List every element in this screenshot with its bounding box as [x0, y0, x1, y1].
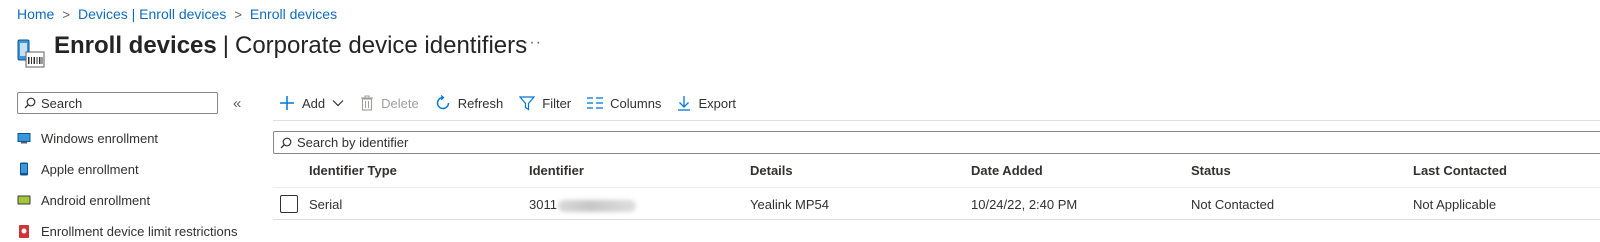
collapse-sidebar-button[interactable]: «	[233, 95, 241, 112]
sidebar-item-label: Enrollment device limit restrictions	[41, 223, 238, 239]
sidebar-search-input[interactable]	[41, 95, 211, 111]
cell-identifier-type: Serial	[309, 197, 343, 212]
android-enrollment-icon	[17, 195, 31, 205]
download-icon	[678, 96, 691, 111]
sidebar-search-box[interactable]	[17, 92, 218, 114]
row-divider	[273, 219, 1600, 220]
identifier-search-box[interactable]	[273, 131, 1600, 154]
toolbar-divider	[273, 120, 1600, 121]
column-header-identifier-type[interactable]: Identifier Type	[309, 163, 397, 178]
columns-button[interactable]: Columns	[587, 96, 661, 111]
sidebar-item-label: Apple enrollment	[41, 161, 139, 177]
sidebar-item-label: Android enrollment	[41, 192, 151, 208]
page-subtitle: Corporate device identifiers	[234, 32, 528, 59]
columns-label: Columns	[610, 95, 662, 111]
windows-enrollment-icon	[17, 133, 31, 144]
page-title: Enroll devices | Corporate device identifi…	[54, 32, 527, 60]
sidebar-item-windows-enrollment[interactable]: Windows enrollment	[17, 127, 158, 149]
column-header-details[interactable]: Details	[750, 163, 793, 178]
export-button[interactable]: Export	[677, 95, 736, 111]
chevron-right-icon: >	[62, 6, 70, 22]
delete-label: Delete	[381, 95, 419, 111]
filter-button[interactable]: Filter	[519, 95, 571, 111]
more-options-button[interactable]: ···	[523, 34, 542, 52]
header-divider	[273, 187, 1600, 188]
column-header-last-contacted[interactable]: Last Contacted	[1413, 163, 1507, 178]
sidebar-item-apple-enrollment[interactable]: Apple enrollment	[17, 158, 139, 180]
plus-icon	[280, 96, 294, 110]
sidebar-item-device-limit-restrictions[interactable]: Enrollment device limit restrictions	[17, 220, 238, 242]
cell-status: Not Contacted	[1191, 197, 1275, 212]
column-header-identifier[interactable]: Identifier	[529, 163, 584, 178]
enroll-devices-icon	[17, 39, 45, 68]
identifier-search-input[interactable]	[297, 135, 897, 150]
restriction-icon	[19, 225, 29, 238]
refresh-button[interactable]: Refresh	[435, 95, 504, 111]
breadcrumb-devices-enroll[interactable]: Devices | Enroll devices	[78, 6, 226, 22]
chevron-right-icon: >	[234, 6, 242, 22]
trash-icon	[361, 95, 374, 111]
add-label: Add	[302, 95, 326, 111]
title-separator: |	[222, 32, 229, 59]
row-select-checkbox[interactable]	[280, 195, 298, 213]
cell-identifier: 3011	[529, 197, 636, 212]
cell-details: Yealink MP54	[750, 197, 830, 212]
columns-icon	[587, 97, 604, 109]
refresh-icon	[436, 95, 449, 110]
breadcrumb: Home > Devices | Enroll devices > Enroll…	[17, 5, 337, 23]
cell-last-contacted: Not Applicable	[1413, 197, 1497, 212]
chevron-down-icon	[332, 100, 344, 107]
identifier-visible-part: 3011	[529, 197, 557, 212]
refresh-label: Refresh	[457, 95, 504, 111]
search-icon	[24, 97, 36, 109]
add-button[interactable]: Add	[279, 95, 344, 111]
sidebar-item-android-enrollment[interactable]: Android enrollment	[17, 189, 150, 211]
breadcrumb-home[interactable]: Home	[17, 6, 54, 22]
page-title-main: Enroll devices	[54, 32, 217, 59]
delete-button[interactable]: Delete	[360, 95, 419, 111]
filter-icon	[519, 96, 536, 111]
sidebar-item-label: Windows enrollment	[41, 130, 159, 146]
command-bar: Add Delete Refresh Filter Columns Export	[279, 92, 752, 114]
export-label: Export	[698, 95, 737, 111]
breadcrumb-enroll-devices[interactable]: Enroll devices	[250, 6, 337, 22]
redacted-identifier	[557, 199, 636, 212]
apple-enrollment-icon	[20, 162, 28, 176]
column-header-status[interactable]: Status	[1191, 163, 1231, 178]
search-icon	[280, 137, 292, 148]
column-header-date-added[interactable]: Date Added	[971, 163, 1043, 178]
cell-date-added: 10/24/22, 2:40 PM	[971, 197, 1078, 212]
filter-label: Filter	[542, 95, 572, 111]
